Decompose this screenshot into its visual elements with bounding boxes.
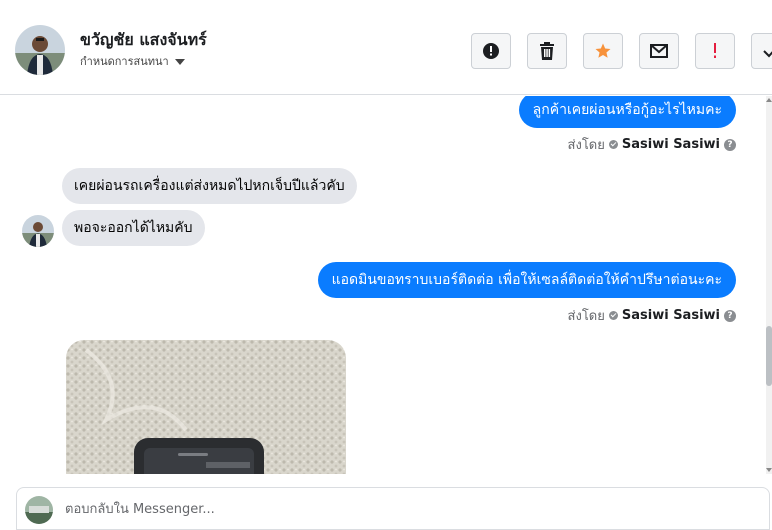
verified-check-icon xyxy=(608,140,618,149)
outgoing-message[interactable]: แอดมินขอทราบเบอร์ติดต่อ เพื่อให้เซลล์ติด… xyxy=(317,262,736,298)
check-icon xyxy=(763,50,772,58)
reply-composer xyxy=(16,487,770,530)
contact-name[interactable]: ขวัญชัย แสงจันทร์ xyxy=(80,28,207,53)
contact-avatar-small xyxy=(22,215,54,247)
scroll-down-icon[interactable] xyxy=(766,468,772,472)
star-icon xyxy=(595,43,611,58)
help-icon[interactable]: ? xyxy=(724,309,736,322)
photo-attachment[interactable] xyxy=(66,340,346,474)
conversation-settings-dropdown[interactable]: กำหนดการสนทนา xyxy=(80,52,185,70)
scrollbar-thumb[interactable] xyxy=(766,326,772,386)
page-avatar xyxy=(25,496,53,524)
trash-icon xyxy=(540,42,554,60)
incoming-message[interactable]: พอจะออกได้ไหมคับ xyxy=(62,210,205,246)
alert-circle-icon xyxy=(483,43,499,59)
exclamation-icon xyxy=(714,43,716,58)
scroll-up-icon[interactable] xyxy=(766,98,772,102)
sent-by-label: ส่งโดย xyxy=(567,138,605,153)
message-thread[interactable]: ลูกค้าเคยผ่อนหรือกู้อะไรไหมคะ ส่งโดย Sas… xyxy=(0,96,764,474)
caret-down-icon xyxy=(174,58,185,65)
action-toolbar xyxy=(471,33,772,69)
done-button[interactable] xyxy=(751,33,772,69)
sent-by-label: ส่งโดย xyxy=(567,309,605,324)
spam-button[interactable] xyxy=(695,33,735,69)
sent-by-line: ส่งโดย Sasiwi Sasiwi ? xyxy=(568,134,736,155)
conversation-header: ขวัญชัย แสงจันทร์ กำหนดการสนทนา xyxy=(0,0,772,95)
verified-check-icon xyxy=(608,311,618,320)
contact-avatar[interactable] xyxy=(15,25,65,75)
mark-unread-button[interactable] xyxy=(639,33,679,69)
outgoing-message[interactable]: ลูกค้าเคยผ่อนหรือกู้อะไรไหมคะ xyxy=(518,96,736,128)
star-button[interactable] xyxy=(583,33,623,69)
conversation-settings-label: กำหนดการสนทนา xyxy=(80,55,169,68)
delete-button[interactable] xyxy=(527,33,567,69)
envelope-icon xyxy=(650,44,668,58)
reply-input[interactable] xyxy=(65,498,745,520)
thread-scrollbar[interactable] xyxy=(766,96,772,474)
report-button[interactable] xyxy=(471,33,511,69)
sender-name[interactable]: Sasiwi Sasiwi xyxy=(622,308,720,323)
help-icon[interactable]: ? xyxy=(724,138,736,151)
sent-by-line: ส่งโดย Sasiwi Sasiwi ? xyxy=(568,305,736,326)
sender-name[interactable]: Sasiwi Sasiwi xyxy=(622,137,720,152)
incoming-message[interactable]: เคยผ่อนรถเครื่องแต่ส่งหมดไปหกเจ็บปีแล้วค… xyxy=(62,168,357,204)
